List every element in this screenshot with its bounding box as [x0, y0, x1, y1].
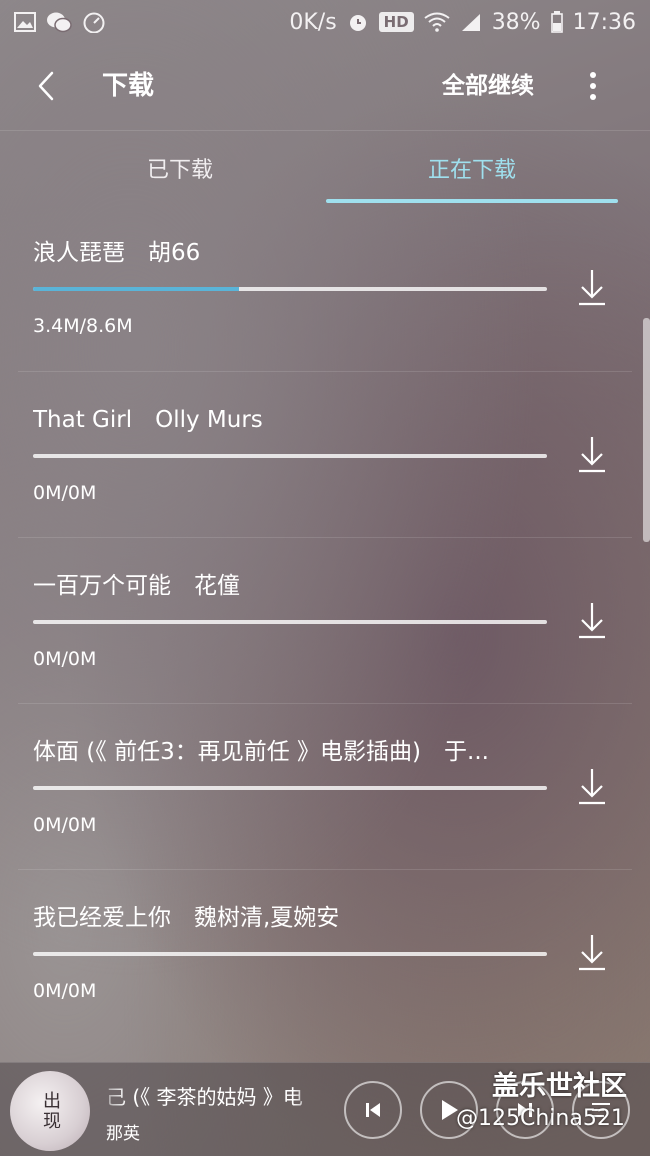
progress-bar — [33, 786, 547, 790]
page-title: 下载 — [102, 71, 155, 101]
battery-icon — [550, 11, 563, 33]
download-icon — [579, 437, 605, 473]
download-item[interactable]: 一百万个可能 花僮 0M/0M — [18, 537, 632, 703]
download-button[interactable] — [572, 432, 612, 476]
progress-fill — [33, 287, 239, 291]
now-playing-title: 己 (《 李茶的姑妈 》电 — [106, 1085, 303, 1109]
battery-level: 38% — [491, 9, 541, 35]
download-size: 3.4M/8.6M — [33, 315, 133, 337]
download-icon — [579, 935, 605, 971]
tab-downloaded[interactable]: 已下载 — [34, 131, 326, 205]
progress-bar — [33, 454, 547, 458]
status-bar: 0K/s HD 38% 17:36 — [0, 0, 650, 44]
hd-badge: HD — [378, 12, 414, 32]
previous-button[interactable] — [344, 1081, 402, 1139]
resume-all-button[interactable]: 全部继续 — [442, 66, 534, 106]
back-button[interactable] — [26, 66, 66, 106]
clock: 17:36 — [572, 9, 636, 35]
download-item[interactable]: 体面 (《 前任3：再见前任 》电影插曲) 于... 0M/0M — [18, 703, 632, 869]
tab-downloading[interactable]: 正在下载 — [326, 131, 618, 205]
download-title: 浪人琵琶 胡66 — [33, 240, 201, 266]
download-title: 我已经爱上你 魏树清,夏婉安 — [33, 905, 340, 931]
download-item[interactable]: 我已经爱上你 魏树清,夏婉安 0M/0M — [18, 869, 632, 1035]
download-button[interactable] — [572, 265, 612, 309]
progress-bar — [33, 620, 547, 624]
watermark-title: 盖乐世社区 — [492, 1071, 627, 1102]
alarm-icon — [347, 11, 369, 33]
download-icon — [579, 769, 605, 805]
download-size: 0M/0M — [33, 482, 97, 504]
app-header: 下载 全部继续 — [0, 44, 650, 130]
progress-bar — [33, 952, 547, 956]
download-item[interactable]: 浪人琵琶 胡66 3.4M/8.6M — [18, 205, 632, 371]
signal-icon — [460, 12, 482, 32]
scrollbar[interactable] — [643, 318, 650, 542]
download-title: 一百万个可能 花僮 — [33, 573, 240, 599]
download-icon — [579, 603, 605, 639]
wifi-icon — [424, 12, 450, 32]
download-item[interactable]: That Girl Olly Murs 0M/0M — [18, 371, 632, 537]
tab-bar: 已下载 正在下载 — [34, 131, 618, 205]
gallery-icon — [14, 12, 36, 32]
download-size: 0M/0M — [33, 980, 97, 1002]
now-playing-artist: 那英 — [106, 1124, 140, 1144]
download-title: 体面 (《 前任3：再见前任 》电影插曲) 于... — [33, 739, 489, 765]
album-art-text: 出现 — [40, 1091, 61, 1131]
download-title: That Girl Olly Murs — [33, 407, 263, 433]
more-options-button[interactable] — [578, 66, 608, 106]
download-size: 0M/0M — [33, 648, 97, 670]
back-arrow-icon — [38, 71, 54, 101]
download-button[interactable] — [572, 930, 612, 974]
speedometer-icon — [82, 11, 106, 33]
download-size: 0M/0M — [33, 814, 97, 836]
download-button[interactable] — [572, 764, 612, 808]
skip-previous-icon — [366, 1103, 380, 1117]
more-vertical-icon — [590, 72, 596, 100]
download-icon — [579, 270, 605, 306]
download-list: 浪人琵琶 胡66 3.4M/8.6M That Girl Olly Murs 0… — [18, 205, 632, 1035]
watermark-handle: @125China521 — [456, 1106, 625, 1131]
status-left — [14, 11, 106, 33]
status-right: 0K/s HD 38% 17:36 — [289, 10, 636, 35]
download-button[interactable] — [572, 598, 612, 642]
wechat-icon — [46, 11, 72, 33]
net-speed: 0K/s — [289, 9, 337, 35]
progress-bar — [33, 287, 547, 291]
album-art[interactable]: 出现 — [10, 1071, 90, 1151]
